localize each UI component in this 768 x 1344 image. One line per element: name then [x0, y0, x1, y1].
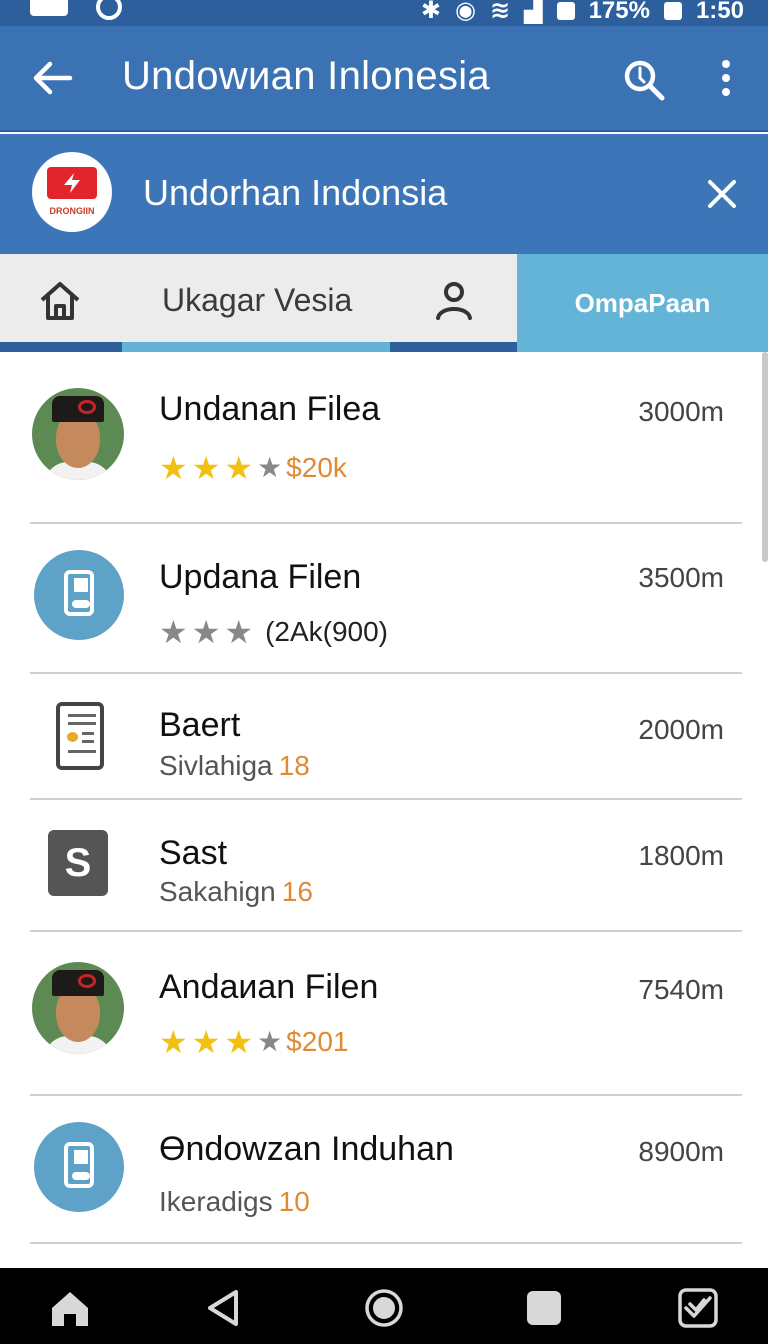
vibrate-icon: ◉ — [455, 0, 476, 24]
star-filled-icon: ★ — [191, 1024, 221, 1060]
battery-percent: 175% — [588, 0, 650, 24]
app-logo: DRONGIIN — [32, 152, 112, 232]
tab-active[interactable]: OmpaPaan — [517, 254, 768, 352]
item-title: Updana Filen — [159, 558, 362, 596]
star-filled-icon: ★ — [191, 450, 221, 486]
app-bar: Undowиan Inlonesia — [0, 26, 768, 132]
item-title: Baert — [159, 706, 241, 744]
star-empty-icon: ★ — [257, 1026, 283, 1057]
person-avatar — [32, 388, 124, 480]
star-filled-icon: ★ — [159, 1024, 188, 1060]
bolt-icon — [64, 173, 80, 193]
item-rating: ★ ★ ★ ★ $20k — [159, 452, 347, 484]
item-size: 2000m — [638, 714, 724, 745]
tab-home-icon[interactable] — [34, 276, 86, 326]
item-title: Ɵndowzan Induhan — [159, 1130, 454, 1168]
item-rating: ★ ★ ★ ★ $201 — [159, 1026, 348, 1058]
item-review-count: (2Ak(900) — [265, 616, 388, 647]
item-price: $201 — [286, 1026, 349, 1057]
s-app-icon: S — [48, 830, 108, 896]
item-sub-number: 10 — [278, 1186, 310, 1217]
banner: DRONGIIN Undorhan Indonsia — [0, 134, 768, 254]
item-sub-label: Sakahign — [159, 876, 276, 907]
nav-checklist-icon[interactable] — [676, 1286, 720, 1330]
signal-icon: ▟ — [524, 0, 543, 24]
item-size: 7540m — [638, 974, 724, 1005]
app-title: Undowиan Inlonesia — [122, 54, 490, 98]
item-size: 8900m — [638, 1136, 724, 1167]
item-sub-label: Sivlahiga — [159, 750, 273, 781]
more-vert-icon[interactable] — [716, 58, 736, 102]
item-subtitle: Sivlahiga 18 — [159, 750, 310, 782]
close-icon[interactable] — [702, 174, 742, 214]
nav-recents-icon[interactable] — [522, 1286, 566, 1330]
battery-level-icon — [663, 1, 682, 20]
nav-back-icon[interactable] — [202, 1286, 246, 1330]
device-icon — [34, 1122, 124, 1212]
clock: 1:50 — [695, 0, 744, 24]
status-bar: ✱ ◉ ≋ ▟ 175% 1:50 — [0, 0, 768, 26]
nav-home-circle-icon[interactable] — [362, 1286, 406, 1330]
tab-person-icon[interactable] — [432, 276, 476, 326]
document-icon — [56, 702, 104, 770]
item-title: Undanan Filea — [159, 390, 381, 428]
tab-indicator — [122, 342, 390, 352]
star-empty-icon: ★ — [257, 452, 283, 483]
nav-home-icon[interactable] — [48, 1286, 92, 1330]
wifi-icon: ≋ — [489, 0, 511, 24]
person-avatar — [32, 962, 124, 1054]
scrollbar[interactable] — [762, 352, 768, 562]
star-empty-icon: ★ — [224, 614, 254, 650]
item-title: Sast — [159, 834, 228, 872]
item-size: 1800m — [638, 840, 724, 871]
list-item[interactable]: Baert 2000m Sivlahiga 18 — [0, 674, 768, 800]
item-price: $20k — [286, 452, 347, 483]
item-subtitle: Ikeradigs 10 — [159, 1186, 310, 1218]
star-filled-icon: ★ — [159, 450, 188, 486]
search-icon[interactable] — [622, 58, 666, 102]
star-empty-icon: ★ — [191, 614, 221, 650]
list-item[interactable]: S Sast 1800m Sakahign 16 — [0, 800, 768, 932]
tab-bar: Ukagar Vesia OmpaPaan — [0, 254, 768, 352]
bluetooth-icon: ✱ — [420, 0, 442, 24]
item-rating: ★ ★ ★ (2Ak(900) — [159, 616, 388, 648]
list-item[interactable]: Ɵndowzan Induhan 8900m Ikeradigs 10 — [0, 1096, 768, 1244]
logo-text: DRONGIIN — [49, 206, 95, 216]
item-title: Andaиan Filen — [159, 968, 379, 1006]
item-size: 3500m — [638, 562, 724, 593]
list-item[interactable]: Andaиan Filen 7540m ★ ★ ★ ★ $201 — [0, 932, 768, 1096]
item-sub-label: Ikeradigs — [159, 1186, 273, 1217]
system-nav-bar — [0, 1268, 768, 1344]
item-subtitle: Sakahign 16 — [159, 876, 313, 908]
tab-middle[interactable]: Ukagar Vesia — [162, 282, 352, 319]
list-item[interactable]: Undanan Filea 3000m ★ ★ ★ ★ $20k — [0, 352, 768, 524]
back-arrow-icon[interactable] — [30, 56, 74, 100]
notification-icon — [30, 0, 68, 16]
star-filled-icon: ★ — [224, 1024, 254, 1060]
device-icon — [34, 550, 124, 640]
item-size: 3000m — [638, 396, 724, 427]
star-empty-icon: ★ — [159, 614, 188, 650]
battery-icon — [556, 1, 575, 20]
sync-icon — [96, 0, 122, 20]
list-item[interactable]: Updana Filen 3500m ★ ★ ★ (2Ak(900) — [0, 524, 768, 674]
item-sub-number: 16 — [281, 876, 313, 907]
star-filled-icon: ★ — [224, 450, 254, 486]
item-sub-number: 18 — [278, 750, 310, 781]
banner-title: Undorhan Indonsia — [143, 172, 448, 213]
